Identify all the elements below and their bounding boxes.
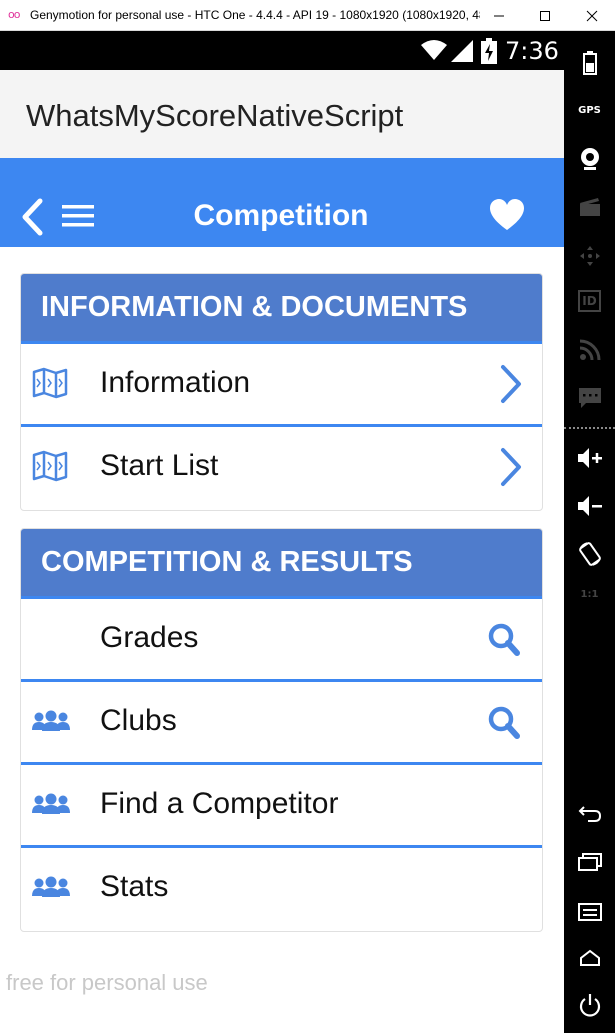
device-id-button[interactable]: ID — [564, 290, 615, 312]
close-button[interactable] — [569, 0, 615, 31]
power-button[interactable] — [564, 993, 615, 1019]
back-arrow-icon — [578, 806, 601, 822]
app-title: WhatsMyScoreNativeScript — [26, 98, 404, 133]
nav-bar: Competition — [0, 158, 564, 247]
maximize-icon — [540, 10, 550, 21]
list-item-find-competitor[interactable]: Find a Competitor — [21, 765, 542, 848]
volume-down-icon — [577, 496, 602, 516]
list-item-clubs[interactable]: Clubs — [21, 682, 542, 765]
android-screen: 7:36 WhatsMyScoreNativeScript Competitio… — [0, 31, 564, 1033]
camera-button[interactable] — [564, 147, 615, 171]
recent-apps-icon — [577, 853, 602, 871]
minimize-icon — [494, 15, 504, 16]
power-icon — [579, 994, 600, 1017]
list-item-label: Grades — [100, 621, 199, 654]
back-nav-button[interactable] — [564, 805, 615, 823]
clapperboard-icon — [579, 198, 600, 216]
id-icon: ID — [578, 290, 601, 312]
section-header-text: INFORMATION & DOCUMENTS — [41, 291, 468, 323]
emulator-side-panel: GPS ID 1:1 — [564, 31, 615, 1033]
nav-title-text: Competition — [193, 199, 369, 232]
home-icon — [579, 949, 600, 966]
users-icon — [32, 793, 70, 814]
battery-icon — [582, 51, 597, 75]
wifi-icon — [421, 40, 447, 60]
list-item-grades[interactable]: Grades — [21, 599, 542, 682]
list-item-label: Information — [100, 366, 251, 399]
volume-up-icon — [577, 448, 602, 468]
search-icon[interactable] — [488, 623, 520, 657]
panel-divider — [564, 427, 615, 429]
chevron-right-icon — [501, 448, 521, 486]
users-icon — [32, 876, 70, 897]
chevron-right-icon — [501, 365, 521, 403]
action-bar: WhatsMyScoreNativeScript — [0, 70, 564, 158]
webcam-icon — [580, 148, 599, 170]
pixel-perfect-icon: 1:1 — [580, 589, 599, 600]
list-item-information[interactable]: Information — [21, 344, 542, 427]
gps-button[interactable]: GPS — [564, 105, 615, 116]
users-icon — [32, 710, 70, 731]
list-item-label: Find a Competitor — [100, 787, 339, 820]
section-header: COMPETITION & RESULTS — [21, 529, 542, 599]
watermark: free for personal use — [6, 970, 208, 995]
home-nav-button[interactable] — [564, 949, 615, 967]
dpad-button[interactable] — [564, 245, 615, 267]
close-icon — [586, 10, 598, 21]
map-icon — [32, 367, 68, 399]
search-icon[interactable] — [488, 706, 520, 740]
list-item-label: Stats — [100, 870, 169, 903]
list-item-label: Clubs — [100, 704, 177, 737]
signal-icon — [451, 40, 473, 62]
heart-icon[interactable] — [489, 198, 525, 232]
rotate-button[interactable] — [564, 541, 615, 567]
sms-button[interactable] — [564, 387, 615, 409]
list-item-label: Start List — [100, 449, 219, 482]
status-time: 7:36 — [505, 37, 559, 65]
section-card-information: INFORMATION & DOCUMENTS Information Star… — [20, 273, 543, 511]
rss-icon — [579, 339, 600, 361]
section-card-competition: COMPETITION & RESULTS Grades Clubs Find … — [20, 528, 543, 932]
pixel-perfect-button[interactable]: 1:1 — [564, 589, 615, 600]
capture-button[interactable] — [564, 197, 615, 217]
window-title-bar: oo Genymotion for personal use - HTC One… — [0, 0, 615, 31]
message-icon — [578, 388, 601, 408]
network-button[interactable] — [564, 339, 615, 361]
window-title: Genymotion for personal use - HTC One - … — [30, 8, 480, 22]
map-icon — [32, 450, 68, 482]
list-item-start-list[interactable]: Start List — [21, 427, 542, 510]
genymotion-logo-icon: oo — [8, 8, 21, 21]
volume-up-button[interactable] — [564, 447, 615, 469]
nav-title: Competition — [0, 199, 564, 233]
battery-button[interactable] — [564, 51, 615, 75]
rotate-icon — [578, 542, 601, 566]
minimize-button[interactable] — [476, 0, 522, 31]
list-item-stats[interactable]: Stats — [21, 848, 542, 931]
maximize-button[interactable] — [522, 0, 568, 31]
section-header-text: COMPETITION & RESULTS — [41, 546, 413, 578]
gps-icon: GPS — [578, 105, 601, 116]
menu-nav-button[interactable] — [564, 903, 615, 921]
dpad-icon — [579, 246, 600, 266]
battery-charging-icon — [481, 38, 497, 64]
section-header: INFORMATION & DOCUMENTS — [21, 274, 542, 344]
status-bar: 7:36 — [0, 31, 564, 70]
volume-down-button[interactable] — [564, 495, 615, 517]
menu-box-icon — [577, 903, 602, 921]
recent-apps-button[interactable] — [564, 853, 615, 871]
